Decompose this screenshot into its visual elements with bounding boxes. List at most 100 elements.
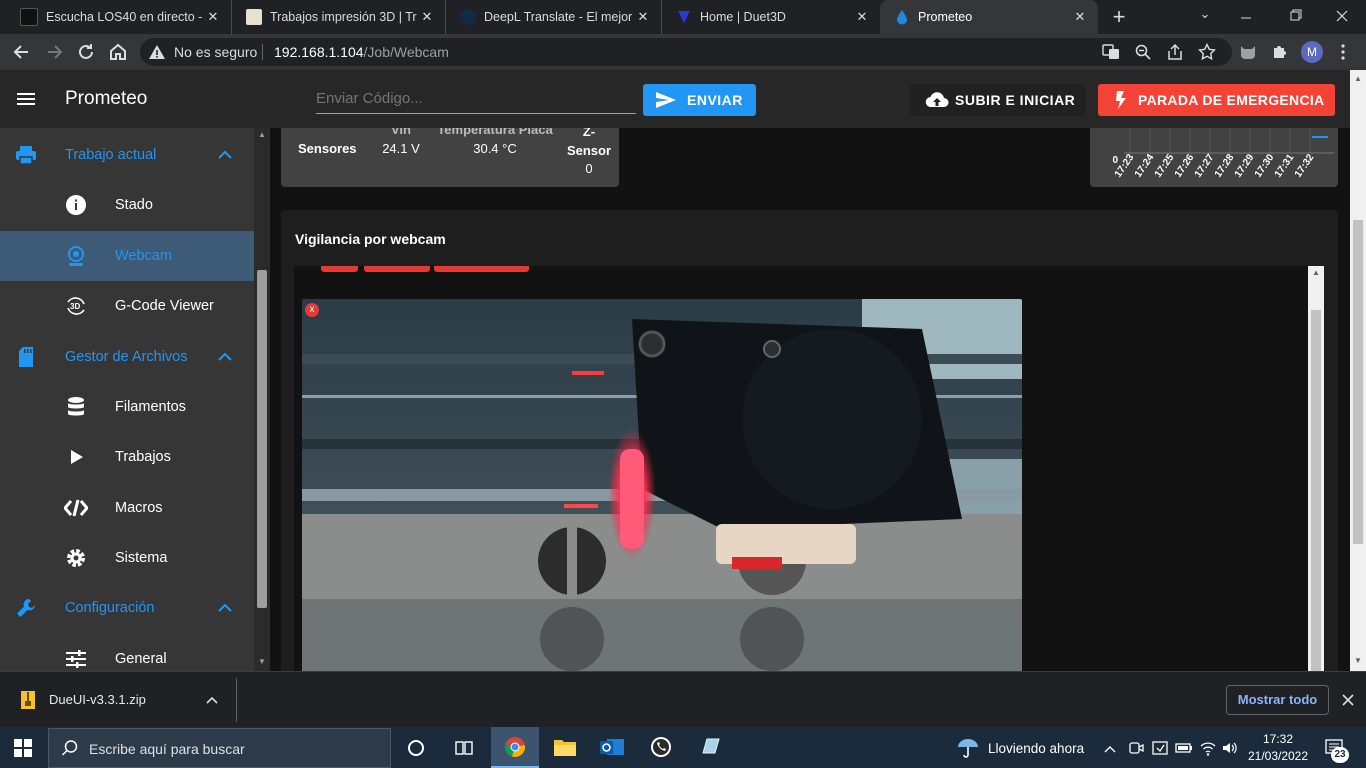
meet-now-icon[interactable]	[1127, 739, 1145, 757]
show-all-downloads-button[interactable]: Mostrar todo	[1226, 685, 1329, 715]
back-icon[interactable]	[10, 40, 34, 64]
translate-icon[interactable]	[1102, 43, 1120, 61]
forward-icon[interactable]	[42, 40, 66, 64]
sidebar-item-general[interactable]: General	[0, 634, 254, 671]
reload-icon[interactable]	[74, 40, 98, 64]
emergency-label: PARADA DE EMERGENCIA	[1138, 92, 1325, 108]
volume-icon[interactable]	[1221, 739, 1239, 757]
scroll-up-arrow-icon[interactable]: ▲	[257, 130, 267, 140]
sidebar-group-file-manager[interactable]: Gestor de Archivos	[0, 332, 254, 382]
share-icon[interactable]	[1166, 43, 1184, 61]
sidebar-item-stado[interactable]: Stado	[0, 180, 254, 230]
notes-app-icon[interactable]	[699, 735, 723, 759]
rain-umbrella-icon[interactable]	[956, 736, 980, 760]
url-text[interactable]: 192.168.1.104/Job/Webcam	[274, 44, 449, 60]
sidebar-item-filamentos[interactable]: Filamentos	[0, 382, 254, 432]
sidebar-item-gcode-viewer[interactable]: 3D G-Code Viewer	[0, 281, 254, 331]
close-tab-icon[interactable]: ✕	[633, 9, 653, 25]
url-host: 192.168.1.104	[274, 44, 364, 60]
page-scrollbar[interactable]: ▲ ▼	[1350, 70, 1366, 671]
tab-title: DeepL Translate - El mejor tra	[484, 10, 633, 24]
sensor-value-vin: 24.1 V	[382, 141, 420, 156]
home-icon[interactable]	[106, 40, 130, 64]
task-view-icon[interactable]	[453, 738, 475, 758]
scroll-down-arrow-icon[interactable]: ▼	[257, 657, 267, 667]
window-close-icon[interactable]	[1332, 6, 1352, 26]
emergency-stop-button[interactable]: PARADA DE EMERGENCIA	[1098, 84, 1335, 116]
extensions-puzzle-icon[interactable]	[1268, 40, 1292, 64]
close-tab-icon[interactable]: ✕	[203, 9, 223, 25]
tab-title: Home | Duet3D	[700, 10, 786, 24]
battery-icon[interactable]	[1175, 739, 1193, 757]
bookmark-star-icon[interactable]	[1197, 42, 1217, 61]
weather-text[interactable]: Lloviendo ahora	[988, 741, 1084, 756]
restore-icon[interactable]	[1286, 6, 1306, 26]
browser-tab[interactable]: Home | Duet3D ✕	[662, 0, 880, 34]
new-tab-button[interactable]: +	[1106, 4, 1132, 30]
chevron-up-icon[interactable]	[205, 692, 219, 706]
send-label: ENVIAR	[687, 92, 743, 108]
browser-tab-active[interactable]: Prometeo ✕	[880, 0, 1098, 34]
sidebar-item-macros[interactable]: Macros	[0, 483, 254, 533]
profile-avatar[interactable]: M	[1301, 41, 1323, 63]
play-icon	[64, 445, 88, 469]
scroll-up-arrow-icon[interactable]: ▲	[1311, 268, 1321, 278]
file-explorer-icon[interactable]	[553, 736, 577, 758]
taskbar-clock-time[interactable]: 17:32	[1250, 732, 1306, 746]
scrollbar-thumb[interactable]	[1311, 310, 1321, 671]
upload-and-start-button[interactable]: SUBIR E INICIAR	[910, 84, 1086, 116]
menu-icon[interactable]	[16, 89, 36, 109]
webcam-feed-image: x	[302, 299, 1022, 671]
download-item[interactable]: DueUI-v3.3.1.zip	[0, 672, 236, 727]
tray-app-icon[interactable]	[1151, 739, 1169, 757]
taskbar-chrome[interactable]	[491, 727, 539, 768]
sidebar-item-sistema[interactable]: Sistema	[0, 533, 254, 583]
sidebar-item-label: Macros	[115, 500, 163, 516]
taskbar-search-box[interactable]: Escribe aquí para buscar	[48, 728, 391, 768]
close-tab-icon[interactable]: ✕	[417, 9, 437, 25]
chevron-up-icon	[218, 147, 232, 163]
minimize-icon[interactable]	[1236, 8, 1256, 28]
close-tab-icon[interactable]: ✕	[852, 9, 872, 25]
scrollbar-thumb[interactable]	[1353, 220, 1363, 544]
sidebar-item-webcam[interactable]: Webcam	[0, 231, 254, 281]
cat-extension-icon[interactable]	[1236, 40, 1260, 64]
send-button[interactable]: ENVIAR	[643, 84, 756, 116]
wifi-icon[interactable]	[1199, 739, 1217, 757]
browser-tab[interactable]: Escucha LOS40 en directo - Tu ✕	[6, 0, 232, 34]
browser-menu-icon[interactable]	[1340, 42, 1346, 62]
warning-icon[interactable]	[148, 43, 166, 61]
whatsapp-icon[interactable]	[649, 735, 673, 759]
windows-start-icon[interactable]	[14, 739, 32, 757]
sidebar-group-current-job[interactable]: Trabajo actual	[0, 130, 254, 180]
browser-tab[interactable]: Trabajos impresión 3D | Trello ✕	[232, 0, 446, 34]
tray-chevron-up-icon[interactable]	[1103, 741, 1117, 755]
sensor-header-board-temp: Temperatura Placa	[437, 128, 553, 137]
scroll-up-arrow-icon[interactable]: ▲	[1353, 74, 1363, 84]
scroll-down-arrow-icon[interactable]: ▼	[1353, 656, 1363, 666]
sensor-header-vin: Vin	[391, 128, 411, 137]
close-download-bar-icon[interactable]	[1340, 692, 1356, 708]
zoom-icon[interactable]	[1134, 43, 1152, 61]
webcam-scrollbar[interactable]: ▲	[1308, 266, 1324, 671]
webcam-control-button[interactable]	[434, 266, 529, 272]
tab-favicon	[460, 9, 476, 25]
chart-x-tick: 17:27	[1193, 152, 1217, 180]
scrollbar-thumb[interactable]	[257, 270, 267, 608]
cortana-icon[interactable]	[406, 738, 426, 758]
taskbar-clock-date[interactable]: 21/03/2022	[1244, 749, 1312, 763]
sidebar-item-label: Trabajos	[115, 449, 171, 465]
webcam-close-button[interactable]: x	[305, 303, 319, 317]
sidebar-group-configuration[interactable]: Configuración	[0, 583, 254, 633]
tab-search-icon[interactable]: ⌄	[1194, 6, 1216, 28]
sidebar-item-trabajos[interactable]: Trabajos	[0, 432, 254, 482]
browser-tab[interactable]: DeepL Translate - El mejor tra ✕	[446, 0, 662, 34]
gcode-input[interactable]	[316, 84, 636, 114]
chart-x-tick: 17:28	[1213, 152, 1237, 180]
webcam-control-button[interactable]	[321, 266, 358, 272]
sidebar-scrollbar[interactable]: ▲ ▼	[254, 128, 270, 671]
close-tab-icon[interactable]: ✕	[1070, 9, 1090, 25]
webcam-control-button[interactable]	[364, 266, 430, 272]
address-bar[interactable]: No es seguro 192.168.1.104/Job/Webcam	[140, 38, 1232, 66]
outlook-icon[interactable]	[599, 736, 625, 758]
